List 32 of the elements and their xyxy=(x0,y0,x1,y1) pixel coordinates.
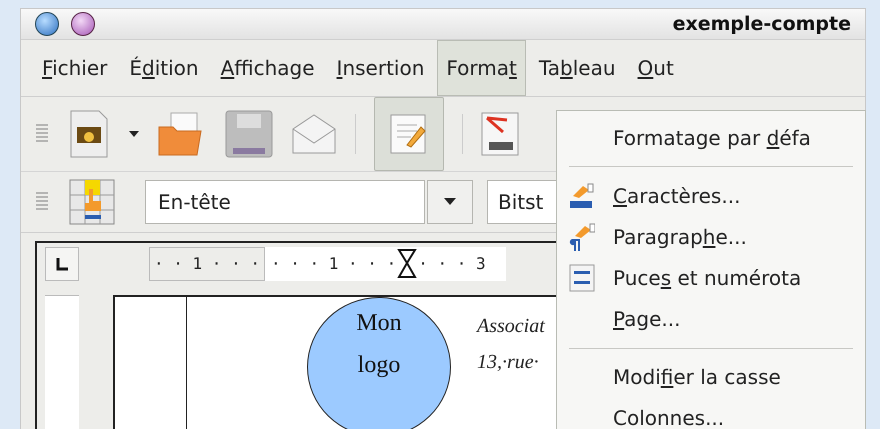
menu-item[interactable]: Formatage par défa xyxy=(557,117,865,158)
menu-item[interactable]: Puces et numérota xyxy=(557,257,865,299)
menu-item[interactable]: Fichier xyxy=(33,40,116,96)
document-text: 13,·rue· xyxy=(477,350,540,375)
toolbar-grip-icon[interactable] xyxy=(35,190,49,213)
menu-item[interactable]: Colonnes... xyxy=(557,398,865,429)
menu-item[interactable]: Tableau xyxy=(530,40,625,96)
window-title: exemple-compte xyxy=(672,12,851,37)
logo-text: logo xyxy=(358,351,400,380)
minimize-button[interactable] xyxy=(71,12,95,36)
brush-paragraph-icon xyxy=(569,222,595,252)
edit-mode-button[interactable] xyxy=(374,96,444,171)
document-text: Associat xyxy=(477,314,545,339)
logo-text: Mon xyxy=(356,309,402,338)
close-button[interactable] xyxy=(35,12,59,36)
menu-item[interactable]: Modifier la casse xyxy=(557,356,865,398)
toolbar-grip-icon[interactable] xyxy=(35,122,49,145)
pdf-export-icon[interactable] xyxy=(481,112,519,156)
menu-item[interactable]: Out xyxy=(628,40,683,96)
dropdown-arrow-icon[interactable] xyxy=(444,198,456,206)
dropdown-arrow-icon[interactable] xyxy=(129,130,139,137)
brush-abc-icon xyxy=(569,182,595,210)
menu-item[interactable]: Édition xyxy=(120,40,208,96)
grid-pointer-icon[interactable] xyxy=(69,178,115,225)
menu-item[interactable]: Format xyxy=(437,40,526,96)
envelope-icon[interactable] xyxy=(291,112,337,155)
menu-item[interactable]: Page... xyxy=(557,298,865,340)
tab-stop-selector-icon[interactable] xyxy=(45,247,79,281)
menu-item[interactable]: Insertion xyxy=(328,40,434,96)
numbered-list-icon xyxy=(569,264,595,292)
menu-item[interactable]: Affichage xyxy=(212,40,324,96)
ruler-margin-scale: · · 1 · · · xyxy=(149,247,265,281)
